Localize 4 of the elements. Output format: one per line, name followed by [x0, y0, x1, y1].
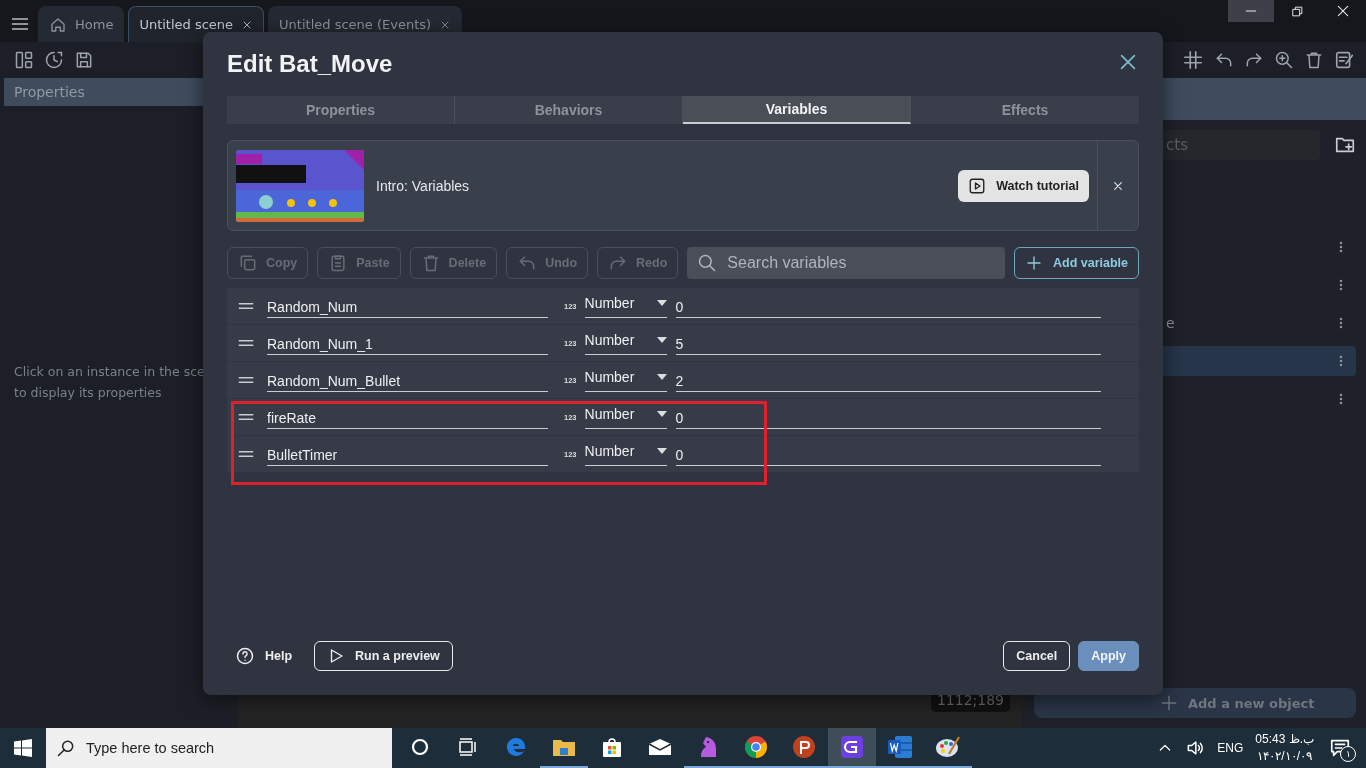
empty-message: to display its properties [14, 384, 163, 402]
tutorial-title: Intro: Variables [376, 177, 470, 194]
dialog-title: Edit Bat_Move [227, 50, 393, 78]
notification-count: ۱ [1340, 746, 1356, 762]
